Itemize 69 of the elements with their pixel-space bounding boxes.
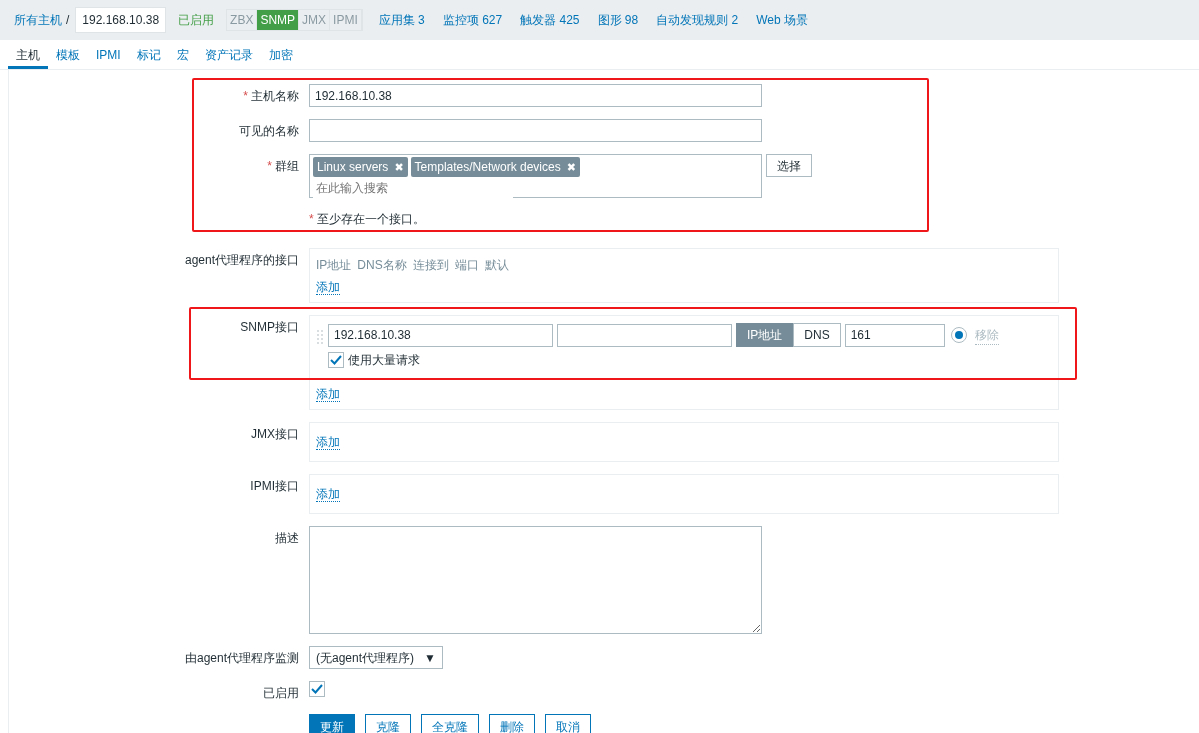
bulk-checkbox[interactable] [328, 352, 344, 368]
tab[interactable]: 标记 [128, 40, 169, 69]
interface-note: 至少存在一个接口。 [316, 211, 425, 228]
host-link[interactable]: 监控项 627 [442, 11, 503, 29]
field-label: 主机名称 [251, 89, 299, 103]
host-link[interactable]: 应用集 3 [378, 11, 425, 29]
connect-toggle[interactable]: IP地址 [736, 323, 794, 347]
action-button[interactable]: 更新 [309, 714, 355, 733]
host-link[interactable]: Web 场景 [756, 11, 808, 29]
column-header: 端口 [454, 257, 479, 274]
tab[interactable]: 模板 [48, 40, 88, 69]
action-button[interactable]: 取消 [545, 714, 591, 733]
field-label: agent代理程序的接口 [184, 253, 299, 267]
host-link[interactable]: 触发器 425 [520, 11, 580, 29]
tab[interactable]: 主机 [8, 40, 48, 69]
add-link[interactable]: 添加 [316, 387, 340, 402]
description-field[interactable] [309, 526, 762, 634]
drag-handle-icon[interactable] [316, 327, 324, 345]
column-header: 默认 [484, 257, 509, 274]
field-label: JMX接口 [251, 427, 299, 441]
select-value: (无agent代理程序) [316, 649, 415, 667]
breadcrumb-current: 192.168.10.38 [75, 7, 167, 33]
action-button[interactable]: 删除 [489, 714, 535, 733]
column-header: 连接到 [412, 257, 449, 274]
action-button[interactable]: 克隆 [365, 714, 411, 733]
remove-tag-button[interactable]: ✖ [566, 158, 576, 176]
field-label: 可见的名称 [239, 124, 299, 138]
tab[interactable]: IPMI [88, 40, 129, 69]
text-field[interactable] [309, 119, 762, 142]
add-link[interactable]: 添加 [316, 435, 340, 450]
field-label: IPMI接口 [250, 479, 299, 493]
add-link[interactable]: 添加 [316, 487, 340, 502]
dns-field[interactable] [557, 323, 732, 347]
select-button[interactable]: 选择 [766, 154, 812, 177]
required-mark: * [267, 159, 272, 173]
field-label: 群组 [275, 159, 299, 173]
host-link[interactable]: 自动发现规则 2 [656, 11, 739, 29]
caret-icon: ▼ [424, 648, 436, 667]
protocol-badge: JMX [299, 10, 331, 30]
group-tag: Templates/Network devices ✖ [410, 157, 580, 177]
port-field[interactable]: 161 [844, 323, 945, 347]
group-multiselect-field[interactable]: Linux servers ✖ Templates/Network devices ✖ 在此输入搜索 [309, 154, 762, 198]
remove-tag-button[interactable]: ✖ [394, 158, 404, 176]
add-link[interactable]: 添加 [316, 280, 340, 295]
ip-field[interactable]: 192.168.10.38 [328, 323, 553, 347]
breadcrumb-link[interactable]: 所有主机 [14, 11, 62, 29]
field-label: 已启用 [263, 686, 299, 700]
column-header: DNS名称 [357, 257, 407, 274]
text-field[interactable]: 192.168.10.38 [309, 84, 762, 107]
required-mark: * [309, 211, 314, 228]
action-button[interactable]: 全克隆 [421, 714, 479, 733]
group-tag: Linux servers ✖ [313, 157, 408, 177]
tab[interactable]: 宏 [168, 40, 197, 69]
tab[interactable]: 加密 [260, 40, 301, 69]
breadcrumb-separator: / [66, 12, 70, 29]
host-link[interactable]: 图形 98 [597, 11, 639, 29]
field-label: 由agent代理程序监测 [184, 651, 299, 665]
enabled-checkbox[interactable] [309, 681, 325, 697]
required-mark: * [243, 89, 248, 103]
connect-toggle[interactable]: DNS [793, 323, 841, 347]
tab[interactable]: 资产记录 [196, 40, 261, 69]
field-label: 描述 [275, 531, 299, 545]
protocol-badge: SNMP [257, 10, 300, 30]
checkbox-label: 使用大量请求 [348, 352, 420, 369]
protocol-badge: IPMI [330, 10, 362, 30]
proxy-select[interactable]: (无agent代理程序) ▼ [309, 646, 443, 669]
column-header: IP地址 [316, 257, 352, 274]
status-label: 已启用 [178, 12, 215, 29]
field-label: SNMP接口 [240, 320, 299, 334]
